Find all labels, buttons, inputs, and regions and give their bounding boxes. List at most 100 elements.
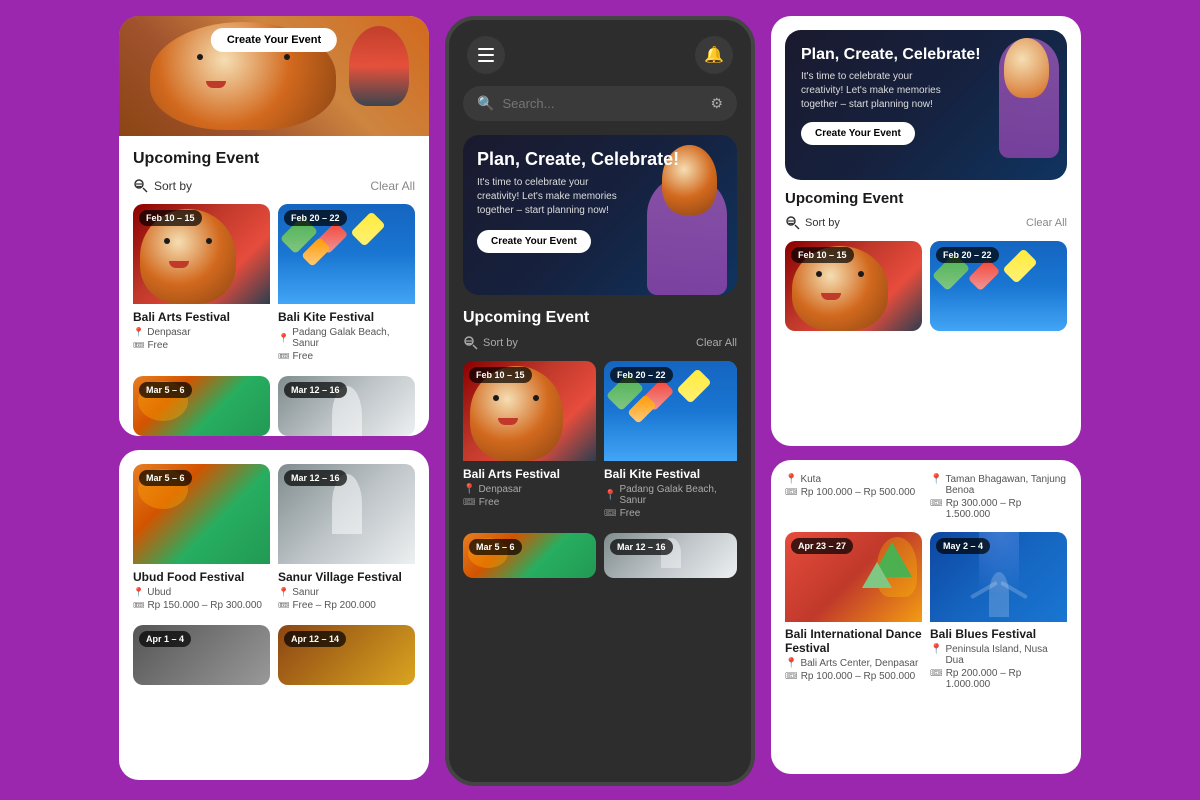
left-sort-label: Sort by bbox=[154, 179, 192, 193]
face-eye-right bbox=[284, 54, 290, 60]
left-clear-all-button[interactable]: Clear All bbox=[370, 179, 415, 193]
right-bottom-dance-card[interactable]: Apr 23 – 27 Bali International Dance Fes… bbox=[785, 532, 922, 695]
right-ticket-icon-1: 🎟 bbox=[785, 487, 798, 498]
left-partial-date-art: Apr 1 – 4 bbox=[139, 631, 191, 647]
right-upcoming-title: Upcoming Event bbox=[785, 190, 1067, 207]
left-bottom-panel: Mar 5 – 6 Ubud Food Festival 📍 Ubud 🎟 Rp… bbox=[119, 450, 429, 780]
center-partial-card-2[interactable]: Mar 12 – 16 bbox=[604, 533, 737, 578]
center-clear-all-button[interactable]: Clear All bbox=[696, 337, 737, 349]
c-eye-left-1 bbox=[493, 395, 499, 401]
center-event-name-2: Bali Kite Festival bbox=[604, 467, 737, 481]
left-partial-art[interactable]: Apr 1 – 4 bbox=[133, 625, 270, 685]
right-sort-icon bbox=[785, 215, 801, 231]
left-bottom-info-1: Ubud Food Festival 📍 Ubud 🎟 Rp 150.000 –… bbox=[133, 564, 270, 617]
right-bottom-panel: 📍 Kuta 🎟 Rp 100.000 – Rp 500.000 📍 Taman… bbox=[771, 460, 1081, 774]
right-blues-name: Bali Blues Festival bbox=[930, 627, 1067, 641]
right-blues-loc-icon: 📍 bbox=[930, 644, 942, 655]
left-partial-card-1[interactable]: Mar 5 – 6 bbox=[133, 376, 270, 436]
left-bottom-location-2: 📍 Sanur bbox=[278, 587, 415, 598]
left-partial-row: Mar 5 – 6 Mar 12 – 16 bbox=[133, 376, 415, 436]
left-event-card-2[interactable]: Feb 20 – 22 Bali Kite Festival 📍 Padang … bbox=[278, 204, 415, 368]
center-hero-banner: Plan, Create, Celebrate! It's time to ce… bbox=[463, 135, 737, 295]
right-blues-price: 🎟 Rp 200.000 – Rp 1.000.000 bbox=[930, 668, 1067, 690]
center-partial-card-1[interactable]: Mar 5 – 6 bbox=[463, 533, 596, 578]
right-ticket-icon-2: 🎟 bbox=[930, 498, 943, 509]
sort-icon bbox=[133, 178, 149, 194]
center-event-name-1: Bali Arts Festival bbox=[463, 467, 596, 481]
left-bottom-price-2: 🎟 Free – Rp 200.000 bbox=[278, 600, 415, 611]
left-event-info-2: Bali Kite Festival 📍 Padang Galak Beach,… bbox=[278, 304, 415, 368]
left-event-card-1[interactable]: Feb 10 – 15 Bali Arts Festival 📍 Denpasa… bbox=[133, 204, 270, 368]
right-bottom-dance-img: Apr 23 – 27 bbox=[785, 532, 922, 622]
location-icon-3: 📍 bbox=[133, 587, 144, 598]
left-bottom-event-grid: Mar 5 – 6 Ubud Food Festival 📍 Ubud 🎟 Rp… bbox=[133, 464, 415, 617]
left-bottom-card-2[interactable]: Mar 12 – 16 Sanur Village Festival 📍 San… bbox=[278, 464, 415, 617]
notification-button[interactable]: 🔔 bbox=[695, 36, 733, 74]
left-hero-image: Create Your Event bbox=[119, 16, 429, 136]
center-ticket-icon-2: 🎟 bbox=[604, 508, 617, 519]
center-hero-title: Plan, Create, Celebrate! bbox=[477, 149, 679, 170]
right-bottom-info-1: 📍 Kuta 🎟 Rp 100.000 – Rp 500.000 bbox=[785, 474, 922, 520]
e1-lips bbox=[169, 261, 189, 268]
menu-button[interactable] bbox=[467, 36, 505, 74]
face-lips bbox=[206, 81, 226, 88]
center-event-card-1[interactable]: Feb 10 – 15 Bali Arts Festival 📍 Denpasa… bbox=[463, 361, 596, 525]
left-sort-row: Sort by Clear All bbox=[133, 178, 415, 194]
left-event-info-1: Bali Arts Festival 📍 Denpasar 🎟 Free bbox=[133, 304, 270, 357]
center-hero-text: Plan, Create, Celebrate! It's time to ce… bbox=[477, 149, 679, 253]
right-dance-location: 📍 Bali Arts Center, Denpasar bbox=[785, 658, 922, 669]
center-partial-date-1: Mar 5 – 6 bbox=[469, 539, 522, 555]
right-sort-left: Sort by bbox=[785, 215, 840, 231]
left-hero-create-button[interactable]: Create Your Event bbox=[211, 28, 337, 52]
left-bottom-price-1: 🎟 Rp 150.000 – Rp 300.000 bbox=[133, 600, 270, 611]
right-hero-create-button[interactable]: Create Your Event bbox=[801, 122, 915, 145]
left-bottom-img-2: Mar 12 – 16 bbox=[278, 464, 415, 564]
left-sort-left: Sort by bbox=[133, 178, 192, 194]
center-event-card-2[interactable]: Feb 20 – 22 Bali Kite Festival 📍 Padang … bbox=[604, 361, 737, 525]
center-sort-row: Sort by Clear All bbox=[463, 335, 737, 351]
left-event-price-1: 🎟 Free bbox=[133, 340, 270, 351]
left-partial-card-2[interactable]: Mar 12 – 16 bbox=[278, 376, 415, 436]
left-event-date-2: Feb 20 – 22 bbox=[284, 210, 347, 226]
left-bottom-info-2: Sanur Village Festival 📍 Sanur 🎟 Free – … bbox=[278, 564, 415, 617]
right-event-img-1: Feb 10 – 15 bbox=[785, 241, 922, 331]
ticket-icon-4: 🎟 bbox=[278, 600, 289, 611]
face-eye-left bbox=[197, 54, 203, 60]
menu-line-2 bbox=[478, 54, 494, 56]
r-eye-right-1 bbox=[858, 271, 864, 277]
right-dance-info: Bali International Dance Festival 📍 Bali… bbox=[785, 622, 922, 687]
center-sort-left: Sort by bbox=[463, 335, 518, 351]
center-loc-icon-1: 📍 bbox=[463, 484, 475, 495]
right-blues-location: 📍 Peninsula Island, Nusa Dua bbox=[930, 644, 1067, 666]
center-hero-create-button[interactable]: Create Your Event bbox=[477, 230, 591, 253]
left-bottom-card-1[interactable]: Mar 5 – 6 Ubud Food Festival 📍 Ubud 🎟 Rp… bbox=[133, 464, 270, 617]
left-event-price-2: 🎟 Free bbox=[278, 351, 415, 362]
left-bottom-content: Mar 5 – 6 Ubud Food Festival 📍 Ubud 🎟 Rp… bbox=[119, 450, 429, 699]
e1-eye-right bbox=[206, 238, 212, 244]
right-bottom-blues-card[interactable]: May 2 – 4 Bali Blues Festival 📍 Peninsul… bbox=[930, 532, 1067, 695]
right-dance-name: Bali International Dance Festival bbox=[785, 627, 922, 655]
center-column: 🔔 🔍 ⚙ Plan, Create, Celebrate! It's time… bbox=[445, 16, 755, 786]
center-loc-icon-2: 📍 bbox=[604, 490, 616, 501]
right-dance-date: Apr 23 – 27 bbox=[791, 538, 853, 554]
left-bottom-date-2: Mar 12 – 16 bbox=[284, 470, 347, 486]
right-info-price-1: 🎟 Rp 100.000 – Rp 500.000 bbox=[785, 487, 922, 498]
left-partial-music[interactable]: Apr 12 – 14 bbox=[278, 625, 415, 685]
right-clear-all-button[interactable]: Clear All bbox=[1026, 217, 1067, 229]
c-lips-1 bbox=[498, 418, 518, 425]
filter-icon[interactable]: ⚙ bbox=[710, 95, 723, 112]
right-bottom-blues-img: May 2 – 4 bbox=[930, 532, 1067, 622]
main-container: Create Your Event Upcoming Event bbox=[0, 0, 1200, 800]
right-event-card-2[interactable]: Feb 20 – 22 bbox=[930, 241, 1067, 331]
center-event-img-1: Feb 10 – 15 bbox=[463, 361, 596, 461]
center-event-price-2: 🎟 Free bbox=[604, 508, 737, 519]
center-event-info-2: Bali Kite Festival 📍 Padang Galak Beach,… bbox=[604, 461, 737, 525]
right-event-card-1[interactable]: Feb 10 – 15 bbox=[785, 241, 922, 331]
center-event-location-2: 📍 Padang Galak Beach, Sanur bbox=[604, 484, 737, 506]
right-dance-loc-icon: 📍 bbox=[785, 658, 797, 669]
search-input[interactable] bbox=[502, 96, 702, 111]
left-event-img-2: Feb 20 – 22 bbox=[278, 204, 415, 304]
left-event-date-1: Feb 10 – 15 bbox=[139, 210, 202, 226]
left-upcoming-title: Upcoming Event bbox=[133, 150, 415, 168]
left-upcoming-section: Upcoming Event Sort by Clear All bbox=[119, 136, 429, 436]
